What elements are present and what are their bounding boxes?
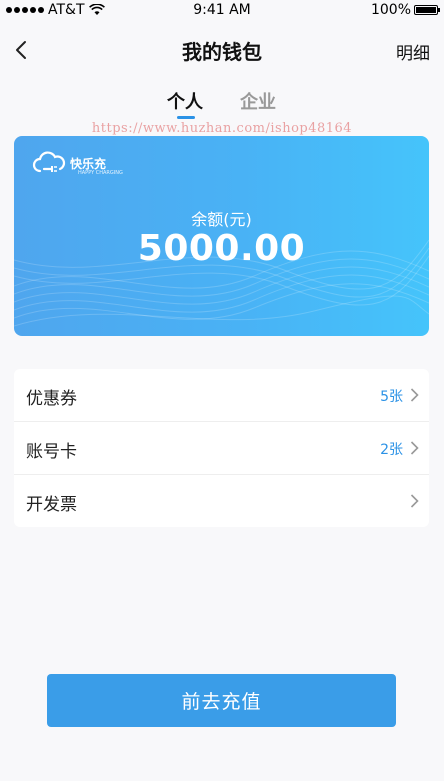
list-item-count: 2张 <box>380 442 403 458</box>
tab-personal[interactable]: 个人 <box>167 88 203 114</box>
detail-link[interactable]: 明细 <box>396 39 430 64</box>
tab-enterprise[interactable]: 企业 <box>240 88 276 114</box>
chevron-right-icon <box>410 388 419 402</box>
nav-bar: 我的钱包 明细 <box>0 22 444 78</box>
active-tab-indicator <box>177 116 195 119</box>
balance-card: 快乐充 HAPPY CHARGING 余额(元) 5000.00 <box>14 136 429 336</box>
page-title: 我的钱包 <box>182 40 262 64</box>
watermark-text: https://www.huzhan.com/ishop48164 <box>91 121 353 136</box>
brand-subtitle: HAPPY CHARGING <box>78 170 123 176</box>
battery-icon <box>414 5 440 15</box>
wallet-page: AT&T 9:41 AM 100% 我的钱包 明细 个人 企业 https://… <box>0 0 444 781</box>
brand-name: 快乐充 <box>70 156 107 171</box>
list-item-label: 账号卡 <box>26 442 77 462</box>
list-item-label: 开发票 <box>26 495 77 515</box>
status-right: 100% <box>370 2 440 18</box>
chevron-right-icon <box>410 494 419 508</box>
balance-label: 余额(元) <box>191 210 252 229</box>
list-item-label: 优惠券 <box>26 389 77 409</box>
brand-logo: 快乐充 HAPPY CHARGING <box>32 148 123 178</box>
account-type-tabs: 个人 企业 <box>0 86 444 122</box>
balance-amount: 5000.00 <box>137 228 306 269</box>
wallet-options-list: 优惠券 5张 账号卡 2张 开发票 <box>14 369 429 527</box>
list-item-invoice[interactable]: 开发票 <box>14 475 429 527</box>
status-bar: AT&T 9:41 AM 100% <box>0 0 444 22</box>
battery-percent: 100% <box>370 2 411 18</box>
list-item-count: 5张 <box>380 389 403 405</box>
recharge-button[interactable]: 前去充值 <box>47 674 396 727</box>
list-item-account-cards[interactable]: 账号卡 2张 <box>14 422 429 475</box>
cloud-plug-icon <box>32 151 66 173</box>
list-item-coupons[interactable]: 优惠券 5张 <box>14 369 429 422</box>
chevron-right-icon <box>410 441 419 455</box>
